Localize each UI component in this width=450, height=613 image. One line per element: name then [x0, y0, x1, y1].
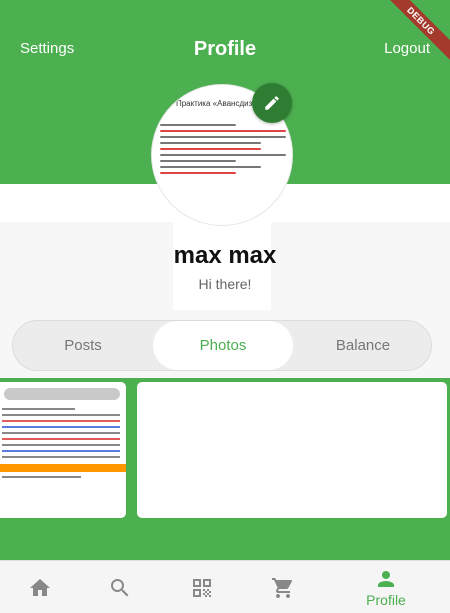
photo-thumbnail-line — [2, 456, 120, 458]
photo-thumbnail-line — [2, 414, 120, 416]
tab-balance[interactable]: Balance — [293, 321, 433, 370]
photo-thumbnail-line — [2, 476, 82, 478]
photo-gallery — [0, 378, 450, 560]
nav-item-search[interactable] — [80, 561, 160, 613]
photo-thumbnail-line — [2, 450, 120, 452]
nav-item-qr[interactable] — [162, 561, 242, 613]
avatar-image-line — [160, 142, 261, 144]
avatar-image-line — [160, 136, 286, 138]
bottom-navigation: Profile — [0, 560, 450, 613]
avatar-image-line — [160, 166, 261, 168]
photo-thumbnail-bar — [4, 388, 120, 400]
debug-banner-container: DEBUG — [390, 0, 450, 60]
photo-thumbnail-line — [2, 426, 120, 428]
edit-avatar-button[interactable] — [252, 83, 292, 123]
avatar-image-line — [160, 172, 236, 174]
photo-thumbnail-line — [2, 420, 120, 422]
debug-banner: DEBUG — [390, 0, 450, 60]
photo-thumbnail-line — [2, 438, 120, 440]
photo-thumbnail-line — [2, 444, 120, 446]
pencil-icon — [265, 96, 279, 110]
photo-thumbnail-line — [2, 408, 75, 410]
nav-item-cart[interactable] — [243, 561, 323, 613]
avatar-image-line — [160, 148, 261, 150]
profile-name: max max — [173, 242, 277, 269]
nav-item-profile-label: Profile — [366, 592, 406, 608]
avatar-image-line — [160, 130, 286, 132]
profile-bio: Hi there! — [198, 276, 252, 292]
photo-thumbnail-highlight — [0, 464, 126, 472]
profile-screen: Settings Profile Logout DEBUG Практика «… — [0, 0, 450, 613]
avatar-image-line — [160, 154, 286, 156]
avatar-image-line — [160, 160, 236, 162]
nav-item-home[interactable] — [0, 561, 80, 613]
avatar-image-line — [160, 124, 236, 126]
photo-card-empty[interactable] — [137, 382, 447, 518]
tab-posts[interactable]: Posts — [13, 321, 153, 370]
photo-thumbnail-line — [2, 432, 120, 434]
search-icon — [111, 578, 129, 596]
photo-card[interactable] — [0, 382, 126, 518]
home-icon — [30, 578, 50, 596]
cart-icon — [272, 577, 293, 598]
person-icon — [378, 571, 394, 587]
qr-code-icon — [193, 578, 211, 597]
tab-photos[interactable]: Photos — [153, 321, 293, 370]
page-title: Profile — [193, 38, 257, 60]
nav-item-profile[interactable]: Profile — [346, 561, 426, 613]
profile-tabs: Posts Photos Balance — [12, 320, 432, 371]
